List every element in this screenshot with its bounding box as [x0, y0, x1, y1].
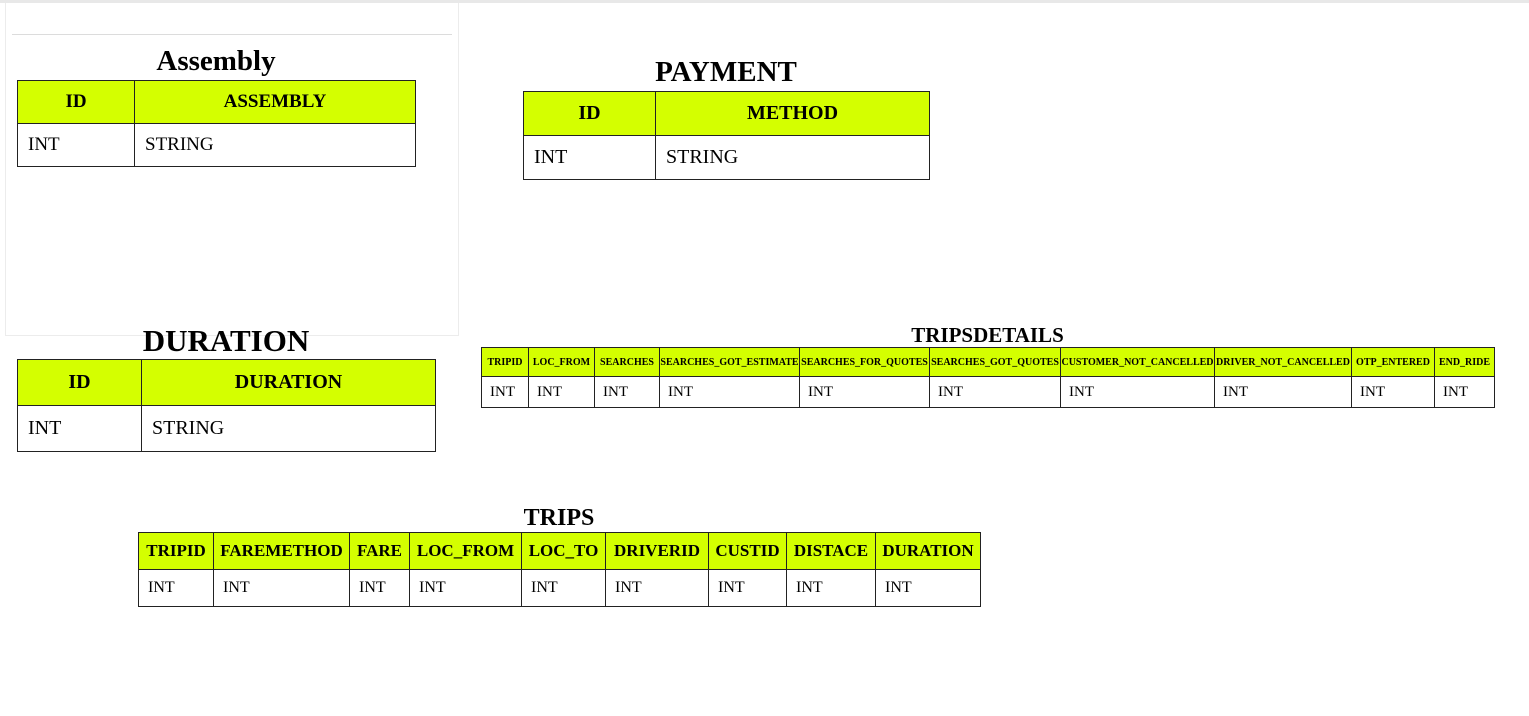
column-header: SEARCHES_GOT_QUOTES	[929, 347, 1061, 377]
column-header: METHOD	[655, 91, 930, 136]
column-header: TRIPID	[138, 532, 214, 570]
type-cell: INT	[521, 569, 606, 607]
column-header: DRIVERID	[605, 532, 709, 570]
table-header-row: ID ASSEMBLY	[17, 80, 416, 124]
column-header: DURATION	[141, 359, 436, 406]
tripsdetails-table: TRIPID LOC_FROM SEARCHES SEARCHES_GOT_ES…	[481, 347, 1495, 408]
type-cell: INT	[1351, 376, 1435, 408]
assembly-title: Assembly	[156, 45, 276, 77]
column-header: LOC_TO	[521, 532, 606, 570]
column-header: FAREMETHOD	[213, 532, 350, 570]
column-header: OTP_ENTERED	[1351, 347, 1435, 377]
table-row: INT STRING	[17, 123, 416, 167]
column-header: DRIVER_NOT_CANCELLED	[1214, 347, 1352, 377]
table-row: INT STRING	[17, 405, 436, 452]
table-header-row: TRIPID FAREMETHOD FARE LOC_FROM LOC_TO D…	[138, 532, 981, 570]
divider-line	[12, 34, 452, 35]
type-cell: INT	[523, 135, 656, 180]
payment-title: PAYMENT	[655, 56, 797, 88]
type-cell: INT	[875, 569, 981, 607]
tripsdetails-title: TRIPSDETAILS	[911, 323, 1064, 347]
column-header: ID	[17, 359, 142, 406]
type-cell: INT	[929, 376, 1061, 408]
type-cell: STRING	[141, 405, 436, 452]
column-header: FARE	[349, 532, 410, 570]
type-cell: STRING	[655, 135, 930, 180]
payment-table: ID METHOD INT STRING	[523, 91, 930, 180]
type-cell: INT	[17, 405, 142, 452]
column-header: ID	[17, 80, 135, 124]
type-cell: INT	[1060, 376, 1215, 408]
column-header: ASSEMBLY	[134, 80, 416, 124]
type-cell: INT	[786, 569, 876, 607]
type-cell: INT	[17, 123, 135, 167]
table-header-row: ID METHOD	[523, 91, 930, 136]
column-header: LOC_FROM	[528, 347, 595, 377]
column-header: LOC_FROM	[409, 532, 522, 570]
type-cell: INT	[409, 569, 522, 607]
assembly-table: ID ASSEMBLY INT STRING	[17, 80, 416, 167]
type-cell: INT	[799, 376, 930, 408]
table-header-row: TRIPID LOC_FROM SEARCHES SEARCHES_GOT_ES…	[481, 347, 1495, 377]
column-header: DISTACE	[786, 532, 876, 570]
table-header-row: ID DURATION	[17, 359, 436, 406]
duration-table: ID DURATION INT STRING	[17, 359, 436, 452]
column-header: SEARCHES	[594, 347, 660, 377]
type-cell: STRING	[134, 123, 416, 167]
column-header: ID	[523, 91, 656, 136]
column-header: SEARCHES_FOR_QUOTES	[799, 347, 930, 377]
type-cell: INT	[605, 569, 709, 607]
trips-title: TRIPS	[523, 505, 595, 531]
type-cell: INT	[708, 569, 787, 607]
column-header: TRIPID	[481, 347, 529, 377]
column-header: END_RIDE	[1434, 347, 1495, 377]
table-row: INT INT INT INT INT INT INT INT INT INT	[481, 376, 1495, 408]
column-header: SEARCHES_GOT_ESTIMATE	[659, 347, 800, 377]
type-cell: INT	[594, 376, 660, 408]
column-header: CUSTID	[708, 532, 787, 570]
type-cell: INT	[349, 569, 410, 607]
column-header: DURATION	[875, 532, 981, 570]
type-cell: INT	[528, 376, 595, 408]
type-cell: INT	[213, 569, 350, 607]
trips-table: TRIPID FAREMETHOD FARE LOC_FROM LOC_TO D…	[138, 532, 981, 607]
type-cell: INT	[138, 569, 214, 607]
table-row: INT INT INT INT INT INT INT INT INT	[138, 569, 981, 607]
type-cell: INT	[659, 376, 800, 408]
duration-title: DURATION	[142, 323, 310, 358]
type-cell: INT	[1434, 376, 1495, 408]
type-cell: INT	[1214, 376, 1352, 408]
column-header: CUSTOMER_NOT_CANCELLED	[1060, 347, 1215, 377]
type-cell: INT	[481, 376, 529, 408]
table-row: INT STRING	[523, 135, 930, 180]
